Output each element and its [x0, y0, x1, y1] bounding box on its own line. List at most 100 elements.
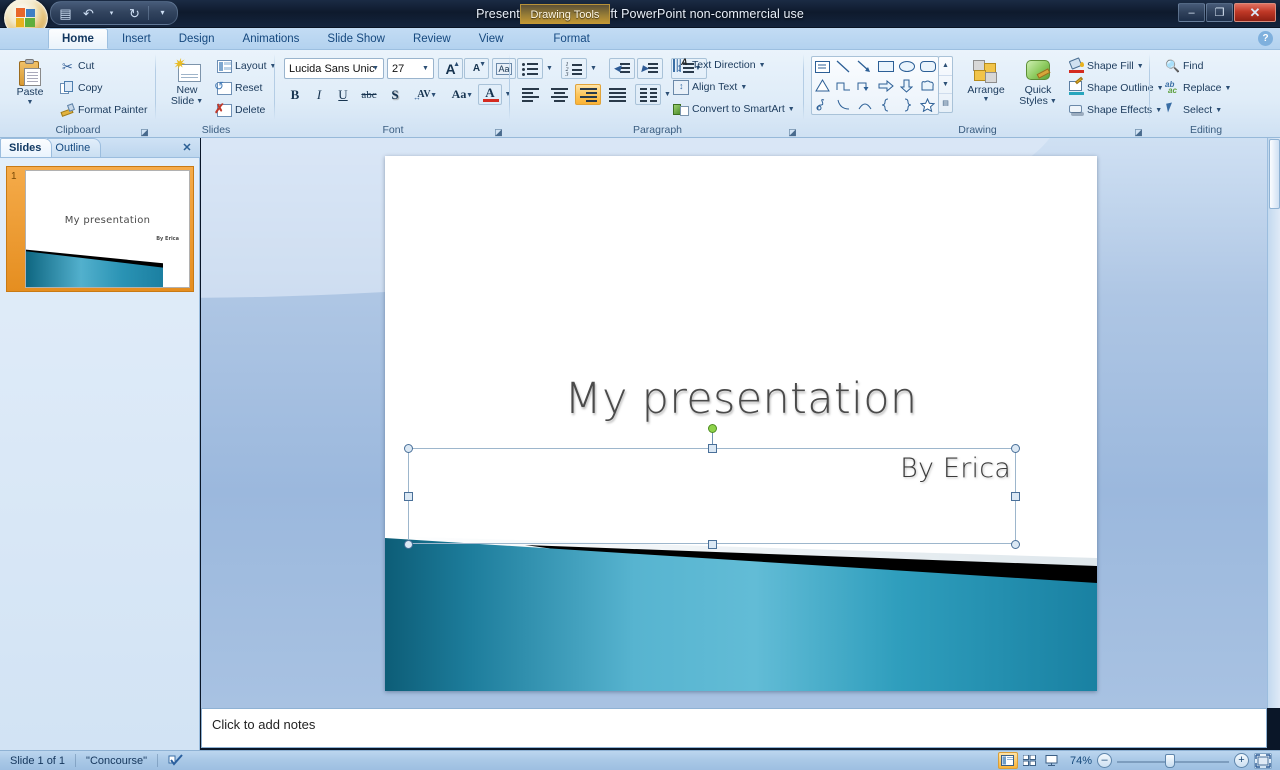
- tab-animations[interactable]: Animations: [229, 28, 314, 49]
- bold-button[interactable]: B: [284, 84, 306, 105]
- decrease-indent-button[interactable]: ◀: [609, 58, 635, 79]
- italic-button[interactable]: I: [308, 84, 330, 105]
- columns-button[interactable]: [635, 84, 661, 105]
- tab-design[interactable]: Design: [165, 28, 229, 49]
- shapes-gallery-scroll[interactable]: ▲ ▼ ▤: [938, 56, 953, 113]
- grow-font-button[interactable]: A ▲: [438, 58, 463, 79]
- font-size-combo[interactable]: 27 ▼: [387, 58, 434, 79]
- shrink-font-button[interactable]: A ▼: [464, 58, 489, 79]
- shape-elbow-connector[interactable]: [854, 76, 875, 95]
- text-direction-button[interactable]: A Text Direction ▼: [669, 55, 770, 75]
- slide-thumbnail-1[interactable]: 1 My presentation By Erica: [6, 166, 194, 292]
- shape-rounded-rectangle[interactable]: [917, 57, 938, 76]
- tab-view[interactable]: View: [465, 28, 518, 49]
- strikethrough-button[interactable]: abc: [356, 84, 382, 105]
- font-dialog-launcher[interactable]: ◪: [493, 126, 504, 137]
- shape-right-arrow[interactable]: [875, 76, 896, 95]
- justify-button[interactable]: [604, 84, 630, 105]
- reset-button[interactable]: ↺ Reset: [213, 78, 266, 98]
- resize-handle-top-center[interactable]: [708, 444, 717, 453]
- tab-insert[interactable]: Insert: [108, 28, 165, 49]
- undo-dropdown-icon[interactable]: ▾: [101, 3, 122, 23]
- tab-review[interactable]: Review: [399, 28, 465, 49]
- shape-fill-button[interactable]: Shape Fill ▼: [1065, 56, 1148, 76]
- pane-tab-slides[interactable]: Slides: [0, 138, 52, 157]
- shape-rectangle[interactable]: [875, 57, 896, 76]
- shapes-gallery-more-icon[interactable]: ▤: [939, 94, 952, 112]
- resize-handle-middle-left[interactable]: [404, 492, 413, 501]
- theme-name-status[interactable]: "Concourse": [76, 751, 157, 770]
- zoom-slider-track[interactable]: [1117, 754, 1229, 768]
- tab-slide-show[interactable]: Slide Show: [313, 28, 399, 49]
- select-button[interactable]: Select ▼: [1161, 100, 1226, 120]
- align-right-button[interactable]: [575, 84, 601, 105]
- pane-tab-outline[interactable]: Outline: [46, 138, 101, 157]
- scrollbar-thumb[interactable]: [1269, 139, 1280, 209]
- shape-cloud-tag[interactable]: [917, 76, 938, 95]
- arrange-button[interactable]: Arrange ▼: [960, 56, 1012, 118]
- increase-indent-button[interactable]: ▶: [637, 58, 663, 79]
- shapes-scroll-up-icon[interactable]: ▲: [939, 57, 952, 76]
- text-shadow-button[interactable]: S: [384, 84, 406, 105]
- layout-button[interactable]: Layout ▼: [213, 56, 280, 76]
- subtitle-textbox[interactable]: By Erica: [408, 448, 1016, 544]
- replace-button[interactable]: abac Replace ▼: [1161, 78, 1235, 98]
- redo-icon[interactable]: ↻: [124, 3, 145, 23]
- resize-handle-bottom-right[interactable]: [1011, 540, 1020, 549]
- paste-button[interactable]: Paste ▼: [8, 56, 52, 118]
- resize-handle-middle-right[interactable]: [1011, 492, 1020, 501]
- font-color-button[interactable]: A: [478, 84, 502, 105]
- shape-line[interactable]: [833, 57, 854, 76]
- shapes-gallery[interactable]: [811, 56, 939, 115]
- numbering-dropdown[interactable]: ▼: [587, 58, 600, 79]
- close-pane-icon[interactable]: ✕: [180, 140, 194, 154]
- copy-button[interactable]: Copy: [56, 78, 107, 98]
- bullets-button[interactable]: [517, 58, 543, 79]
- shape-left-brace[interactable]: [875, 95, 896, 114]
- shape-curve[interactable]: [833, 95, 854, 114]
- resize-handle-bottom-center[interactable]: [708, 540, 717, 549]
- underline-button[interactable]: U: [332, 84, 354, 105]
- delete-button[interactable]: ✗ Delete: [213, 100, 269, 120]
- font-name-combo[interactable]: Lucida Sans Unic ▼: [284, 58, 384, 79]
- slide-canvas[interactable]: My presentation: [385, 156, 1097, 691]
- shapes-scroll-down-icon[interactable]: ▼: [939, 76, 952, 95]
- close-button[interactable]: ✕: [1234, 3, 1276, 22]
- drawing-dialog-launcher[interactable]: ◪: [1133, 126, 1144, 137]
- change-case-button[interactable]: Aa ▼: [442, 84, 476, 105]
- align-text-button[interactable]: ↕ Align Text ▼: [669, 77, 751, 97]
- clipboard-dialog-launcher[interactable]: ◪: [139, 126, 150, 137]
- zoom-level-label[interactable]: 74%: [1070, 755, 1092, 767]
- save-icon[interactable]: ▤: [55, 3, 76, 23]
- quick-styles-button[interactable]: Quick Styles ▼: [1013, 56, 1063, 118]
- find-button[interactable]: 🔍 Find: [1161, 56, 1207, 76]
- shape-textbox[interactable]: [812, 57, 833, 76]
- character-spacing-button[interactable]: AV ↔ ▼: [408, 84, 440, 105]
- shape-arc[interactable]: [854, 95, 875, 114]
- shape-scribble[interactable]: [812, 95, 833, 114]
- cut-button[interactable]: ✂ Cut: [56, 56, 98, 76]
- bullets-dropdown[interactable]: ▼: [543, 58, 556, 79]
- zoom-in-button[interactable]: +: [1234, 753, 1249, 768]
- resize-handle-top-right[interactable]: [1011, 444, 1020, 453]
- maximize-button[interactable]: ❐: [1206, 3, 1233, 22]
- zoom-out-button[interactable]: –: [1097, 753, 1112, 768]
- align-center-button[interactable]: [546, 84, 572, 105]
- shape-star[interactable]: [917, 95, 938, 114]
- paragraph-dialog-launcher[interactable]: ◪: [787, 126, 798, 137]
- shape-zigzag[interactable]: [833, 76, 854, 95]
- zoom-slider-thumb[interactable]: [1165, 754, 1175, 768]
- fit-to-window-button[interactable]: [1254, 753, 1272, 769]
- shape-triangle[interactable]: [812, 76, 833, 95]
- slide-subtitle-text[interactable]: By Erica: [900, 453, 1011, 484]
- slide-title-text[interactable]: My presentation: [425, 374, 1057, 424]
- rotation-handle[interactable]: [708, 424, 717, 433]
- font-name-caret-icon[interactable]: ▼: [368, 59, 383, 78]
- shape-down-arrow[interactable]: [896, 76, 917, 95]
- convert-to-smartart-button[interactable]: Convert to SmartArt ▼: [669, 99, 799, 119]
- shape-right-brace[interactable]: [896, 95, 917, 114]
- new-slide-button[interactable]: ✷ New Slide ▼: [163, 56, 211, 118]
- vertical-scrollbar[interactable]: [1267, 138, 1280, 708]
- format-painter-button[interactable]: Format Painter: [56, 100, 151, 120]
- tab-format[interactable]: Format: [539, 28, 603, 49]
